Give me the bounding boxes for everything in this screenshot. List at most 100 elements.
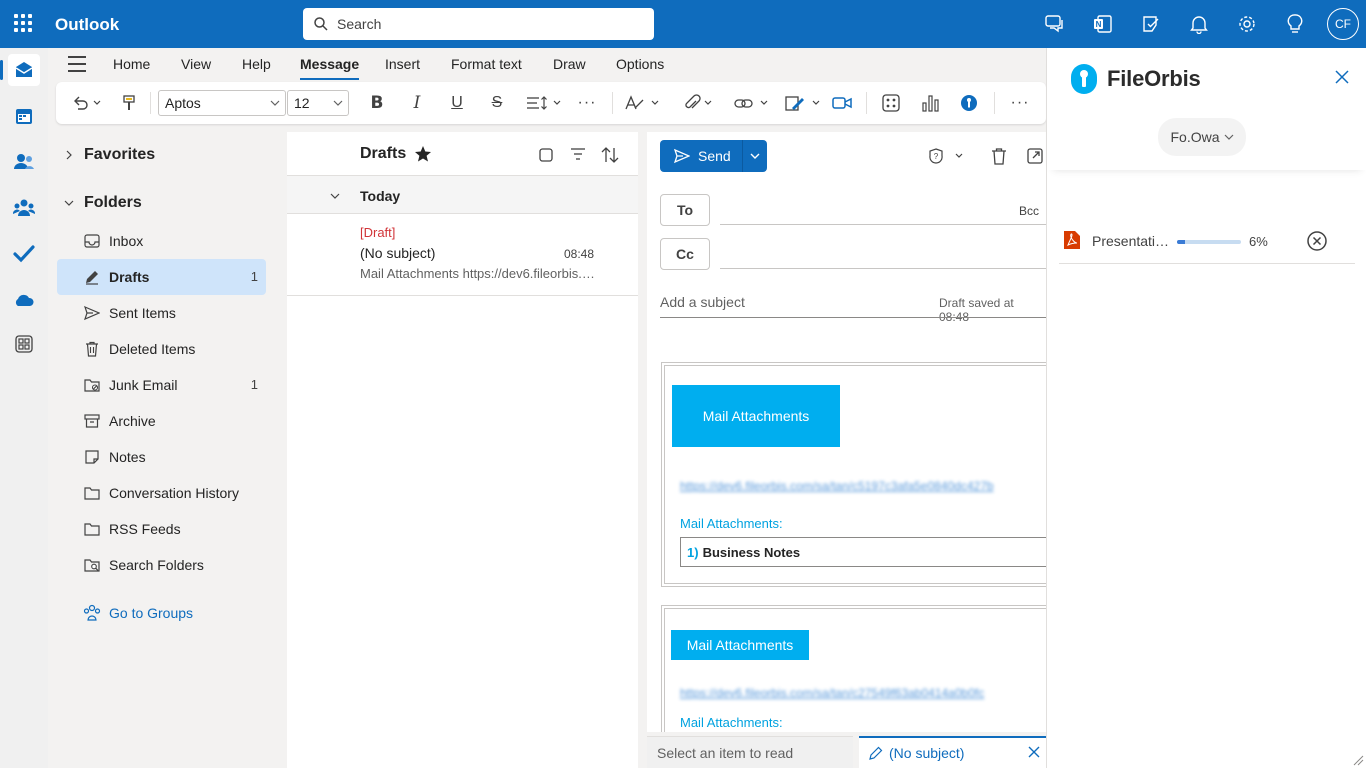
apps-grid-icon[interactable] — [880, 92, 902, 114]
list-item[interactable]: [Draft] (No subject) 08:48 Mail Attachme… — [287, 214, 638, 296]
sort-icon[interactable] — [600, 146, 620, 164]
trash-icon — [83, 340, 101, 358]
sensitivity-icon[interactable]: ? — [929, 148, 963, 164]
cancel-upload-icon[interactable] — [1306, 230, 1328, 252]
calendar-app-icon[interactable] — [8, 100, 40, 132]
folder-inbox[interactable]: Inbox — [57, 223, 266, 259]
link-icon[interactable] — [732, 92, 772, 114]
strikethrough-icon[interactable]: S — [486, 92, 508, 114]
tab-message[interactable]: Message — [300, 56, 360, 80]
attachment-list-item[interactable]: 1) Business Notes — [680, 537, 1047, 567]
divider — [994, 92, 995, 114]
to-button[interactable]: To — [660, 194, 710, 226]
mail-app-icon[interactable] — [0, 54, 40, 86]
font-size-select[interactable]: 12 — [287, 90, 349, 116]
close-icon[interactable] — [1334, 69, 1350, 85]
folder-rss-feeds[interactable]: RSS Feeds — [57, 511, 266, 547]
todo-note-icon[interactable] — [1139, 12, 1163, 36]
account-dropdown[interactable]: Fo.Owa — [1158, 118, 1246, 156]
bell-icon[interactable] — [1187, 12, 1211, 36]
more-formatting-icon[interactable]: ··· — [576, 92, 598, 114]
groups-icon — [83, 604, 101, 621]
video-meeting-icon[interactable] — [830, 92, 854, 114]
app-launcher-icon[interactable] — [12, 12, 34, 34]
todo-app-icon[interactable] — [8, 238, 40, 270]
pop-out-icon[interactable] — [1027, 148, 1043, 164]
reading-pane-tab[interactable]: Select an item to read — [647, 736, 853, 768]
select-all-icon[interactable] — [538, 147, 554, 163]
discard-icon[interactable] — [990, 147, 1008, 165]
attachment-link[interactable]: https://dev6.fileorbis.com/sa/tan/c27549… — [680, 686, 984, 700]
avatar[interactable]: CF — [1327, 8, 1359, 40]
folder-deleted-items[interactable]: Deleted Items — [57, 331, 266, 367]
folder-search-folders[interactable]: Search Folders — [57, 547, 266, 583]
folder-junk-email[interactable]: Junk Email 1 — [57, 367, 266, 403]
folder-pane: Favorites Folders Inbox Drafts 1 Sent It… — [48, 124, 286, 768]
to-field[interactable] — [720, 224, 1047, 225]
folder-icon — [83, 520, 101, 538]
folder-drafts[interactable]: Drafts 1 — [57, 259, 266, 295]
app-title[interactable]: Outlook — [55, 15, 119, 35]
send-options-button[interactable] — [742, 140, 767, 172]
mail-attachments-button[interactable]: Mail Attachments — [671, 630, 809, 660]
cc-field[interactable] — [720, 268, 1047, 269]
tab-draw[interactable]: Draw — [553, 56, 586, 72]
editor-icon[interactable] — [622, 92, 662, 114]
close-icon[interactable] — [1027, 745, 1041, 759]
onedrive-app-icon[interactable] — [8, 284, 40, 316]
go-to-groups-link[interactable]: Go to Groups — [83, 604, 193, 622]
unread-count: 1 — [250, 377, 258, 392]
tab-format-text[interactable]: Format text — [451, 56, 522, 72]
tab-help[interactable]: Help — [242, 56, 271, 72]
folder-notes[interactable]: Notes — [57, 439, 266, 475]
date-group-header[interactable]: Today — [287, 176, 638, 214]
search-input[interactable] — [337, 16, 637, 32]
onenote-icon[interactable]: N — [1091, 12, 1115, 36]
draft-tab[interactable]: (No subject) — [859, 736, 1047, 768]
poll-chart-icon[interactable] — [920, 92, 942, 114]
message-preview: Mail Attachments https://dev6.fileorbis.… — [360, 266, 600, 281]
attach-file-icon[interactable] — [682, 92, 716, 114]
lightbulb-icon[interactable] — [1283, 12, 1307, 36]
groups-app-icon[interactable] — [8, 192, 40, 224]
folder-sent-items[interactable]: Sent Items — [57, 295, 266, 331]
tab-options[interactable]: Options — [616, 56, 664, 72]
bold-icon[interactable]: B — [366, 92, 388, 114]
line-spacing-icon[interactable] — [524, 92, 564, 114]
folder-conversation-history[interactable]: Conversation History — [57, 475, 266, 511]
favorites-section[interactable]: Favorites — [64, 146, 155, 164]
attachment-link[interactable]: https://dev6.fileorbis.com/sa/tan/c5197c… — [680, 479, 994, 493]
mail-attachments-button[interactable]: Mail Attachments — [672, 385, 840, 447]
fileorbis-addin-icon[interactable] — [958, 92, 980, 114]
teams-chat-icon[interactable] — [1043, 12, 1067, 36]
subject-field[interactable]: Add a subject — [660, 294, 745, 310]
format-painter-icon[interactable] — [118, 92, 140, 114]
folder-archive[interactable]: Archive — [57, 403, 266, 439]
more-apps-icon[interactable] — [8, 328, 40, 360]
gear-icon[interactable] — [1235, 12, 1259, 36]
send-button[interactable]: Send — [660, 140, 742, 172]
chevron-down-icon — [330, 193, 340, 199]
italic-icon[interactable]: I — [406, 92, 428, 114]
cc-button[interactable]: Cc — [660, 238, 710, 270]
signature-icon[interactable] — [783, 92, 823, 114]
people-app-icon[interactable] — [8, 146, 40, 178]
pencil-icon — [869, 746, 883, 760]
more-options-icon[interactable]: ··· — [1008, 92, 1032, 114]
filter-icon[interactable] — [570, 147, 586, 161]
bcc-button[interactable]: Bcc — [1019, 204, 1039, 218]
chevron-down-icon — [270, 100, 280, 106]
tab-home[interactable]: Home — [113, 56, 150, 72]
underline-icon[interactable]: U — [446, 92, 468, 114]
search-icon — [314, 17, 328, 31]
folders-label: Folders — [84, 194, 142, 211]
search-box[interactable] — [303, 8, 654, 40]
hamburger-icon[interactable] — [68, 56, 86, 72]
resize-grip-icon[interactable] — [1352, 754, 1364, 766]
star-icon[interactable] — [414, 145, 432, 163]
tab-view[interactable]: View — [181, 56, 211, 72]
undo-button[interactable] — [70, 92, 104, 114]
font-family-select[interactable]: Aptos — [158, 90, 286, 116]
folders-section[interactable]: Folders — [64, 194, 142, 212]
tab-insert[interactable]: Insert — [385, 56, 420, 72]
